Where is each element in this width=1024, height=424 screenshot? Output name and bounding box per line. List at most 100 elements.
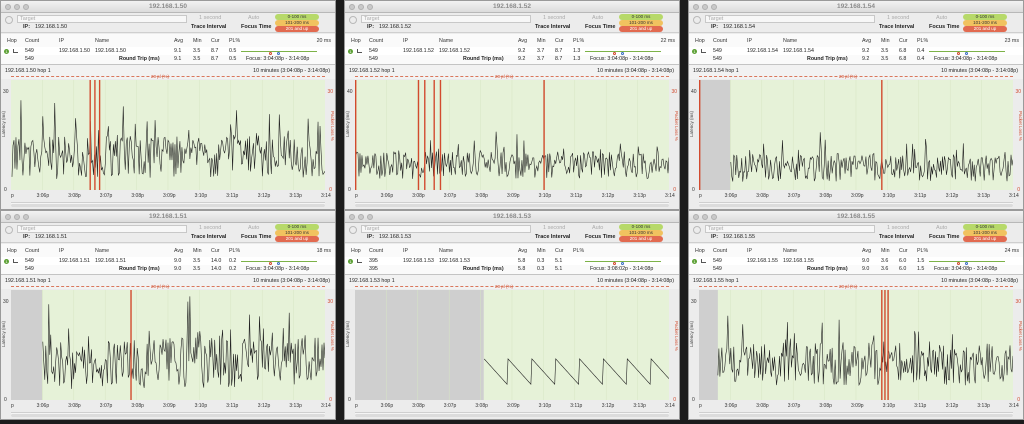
horizontal-scrollbar[interactable]	[11, 412, 325, 417]
column-count[interactable]: Count	[713, 247, 727, 255]
time-range[interactable]: 10 minutes (3:04:08p - 3:14:08p)	[253, 278, 330, 284]
table-row[interactable]: 1 395 192.168.1.53 192.168.1.53 5.8 0.3 5.1	[345, 257, 679, 265]
table-row[interactable]: 1 549 192.168.1.50 192.168.1.50 9.1 3.5 8.7 0.5	[1, 47, 335, 55]
table-row[interactable]: 1 549 192.168.1.52 192.168.1.52 9.2 3.7 8.7 1.3	[345, 47, 679, 55]
column-ip[interactable]: IP	[59, 37, 64, 45]
title-bar[interactable]: 192.168.1.53	[345, 211, 679, 223]
column-ip[interactable]: IP	[403, 37, 408, 45]
trace-interval-select[interactable]: 1 second	[199, 15, 221, 21]
latency-chart[interactable]	[11, 290, 325, 400]
column-avg[interactable]: Avg	[862, 247, 871, 255]
column-cur[interactable]: Cur	[555, 37, 564, 45]
column-name[interactable]: Name	[783, 247, 797, 255]
target-input[interactable]: Target	[17, 225, 187, 233]
column-count[interactable]: Count	[25, 37, 39, 45]
column-name[interactable]: Name	[95, 37, 109, 45]
horizontal-scrollbar[interactable]	[355, 412, 669, 417]
title-bar[interactable]: 192.168.1.52	[345, 1, 679, 13]
horizontal-scrollbar[interactable]	[699, 202, 1013, 207]
target-input[interactable]: Target	[705, 225, 875, 233]
column-avg[interactable]: Avg	[174, 37, 183, 45]
scrollbar-thumb[interactable]	[355, 204, 669, 207]
column-min[interactable]: Min	[537, 37, 546, 45]
table-row[interactable]: 1 549 192.168.1.54 192.168.1.54 9.2 3.5 6.8 0.4	[689, 47, 1023, 55]
column-cur[interactable]: Cur	[555, 247, 564, 255]
target-input[interactable]: Target	[361, 15, 531, 23]
column-avg[interactable]: Avg	[518, 247, 527, 255]
column-avg[interactable]: Avg	[862, 37, 871, 45]
column-min[interactable]: Min	[193, 37, 202, 45]
column-count[interactable]: Count	[25, 247, 39, 255]
column-name[interactable]: Name	[95, 247, 109, 255]
latency-chart[interactable]	[699, 80, 1013, 190]
scrollbar-thumb[interactable]	[11, 204, 325, 207]
column-min[interactable]: Min	[193, 247, 202, 255]
focus-time-select[interactable]: Auto	[592, 225, 603, 231]
column-cur[interactable]: Cur	[899, 37, 908, 45]
column-min[interactable]: Min	[537, 247, 546, 255]
title-bar[interactable]: 192.168.1.54	[689, 1, 1023, 13]
focus-time-select[interactable]: Auto	[936, 15, 947, 21]
latency-chart[interactable]	[11, 80, 325, 190]
scrollbar-thumb[interactable]	[699, 414, 1013, 417]
scrollbar-thumb[interactable]	[355, 414, 669, 417]
title-bar[interactable]: 192.168.1.51	[1, 211, 335, 223]
refresh-icon[interactable]	[693, 226, 701, 234]
trace-interval-select[interactable]: 1 second	[199, 225, 221, 231]
scrollbar-thumb[interactable]	[11, 414, 325, 417]
column-hop[interactable]: Hop	[7, 37, 17, 45]
column-pl[interactable]: PL%	[573, 37, 584, 45]
column-pl[interactable]: PL%	[229, 247, 240, 255]
column-cur[interactable]: Cur	[899, 247, 908, 255]
time-range[interactable]: 10 minutes (3:04:08p - 3:14:08p)	[597, 278, 674, 284]
column-ip[interactable]: IP	[747, 37, 752, 45]
column-pl[interactable]: PL%	[573, 247, 584, 255]
time-range[interactable]: 10 minutes (3:04:08p - 3:14:08p)	[253, 68, 330, 74]
column-hop[interactable]: Hop	[7, 247, 17, 255]
latency-chart[interactable]	[699, 290, 1013, 400]
target-input[interactable]: Target	[361, 225, 531, 233]
column-cur[interactable]: Cur	[211, 37, 220, 45]
column-hop[interactable]: Hop	[695, 247, 705, 255]
horizontal-scrollbar[interactable]	[355, 202, 669, 207]
focus-time-select[interactable]: Auto	[248, 15, 259, 21]
time-range[interactable]: 10 minutes (3:04:08p - 3:14:08p)	[941, 278, 1018, 284]
horizontal-scrollbar[interactable]	[699, 412, 1013, 417]
target-input[interactable]: Target	[705, 15, 875, 23]
table-row[interactable]: 1 549 192.168.1.51 192.168.1.51 9.0 3.5 14.0 0.…	[1, 257, 335, 265]
refresh-icon[interactable]	[5, 226, 13, 234]
trace-interval-select[interactable]: 1 second	[887, 225, 909, 231]
column-count[interactable]: Count	[713, 37, 727, 45]
time-range[interactable]: 10 minutes (3:04:08p - 3:14:08p)	[597, 68, 674, 74]
column-min[interactable]: Min	[881, 37, 890, 45]
title-bar[interactable]: 192.168.1.55	[689, 211, 1023, 223]
column-ip[interactable]: IP	[747, 247, 752, 255]
target-input[interactable]: Target	[17, 15, 187, 23]
column-hop[interactable]: Hop	[695, 37, 705, 45]
column-name[interactable]: Name	[783, 37, 797, 45]
trace-interval-select[interactable]: 1 second	[543, 225, 565, 231]
focus-time-select[interactable]: Auto	[248, 225, 259, 231]
column-pl[interactable]: PL%	[917, 37, 928, 45]
trace-interval-select[interactable]: 1 second	[887, 15, 909, 21]
latency-chart[interactable]	[355, 80, 669, 190]
refresh-icon[interactable]	[5, 16, 13, 24]
refresh-icon[interactable]	[349, 16, 357, 24]
table-row[interactable]: 1 549 192.168.1.55 192.168.1.55 9.0 3.6 6.0 1.5	[689, 257, 1023, 265]
column-ip[interactable]: IP	[59, 247, 64, 255]
horizontal-scrollbar[interactable]	[11, 202, 325, 207]
latency-chart[interactable]	[355, 290, 669, 400]
column-avg[interactable]: Avg	[518, 37, 527, 45]
title-bar[interactable]: 192.168.1.50	[1, 1, 335, 13]
column-hop[interactable]: Hop	[351, 37, 361, 45]
column-pl[interactable]: PL%	[229, 37, 240, 45]
refresh-icon[interactable]	[693, 16, 701, 24]
trace-interval-select[interactable]: 1 second	[543, 15, 565, 21]
column-ip[interactable]: IP	[403, 247, 408, 255]
column-name[interactable]: Name	[439, 247, 453, 255]
column-name[interactable]: Name	[439, 37, 453, 45]
column-avg[interactable]: Avg	[174, 247, 183, 255]
refresh-icon[interactable]	[349, 226, 357, 234]
column-count[interactable]: Count	[369, 247, 383, 255]
column-min[interactable]: Min	[881, 247, 890, 255]
